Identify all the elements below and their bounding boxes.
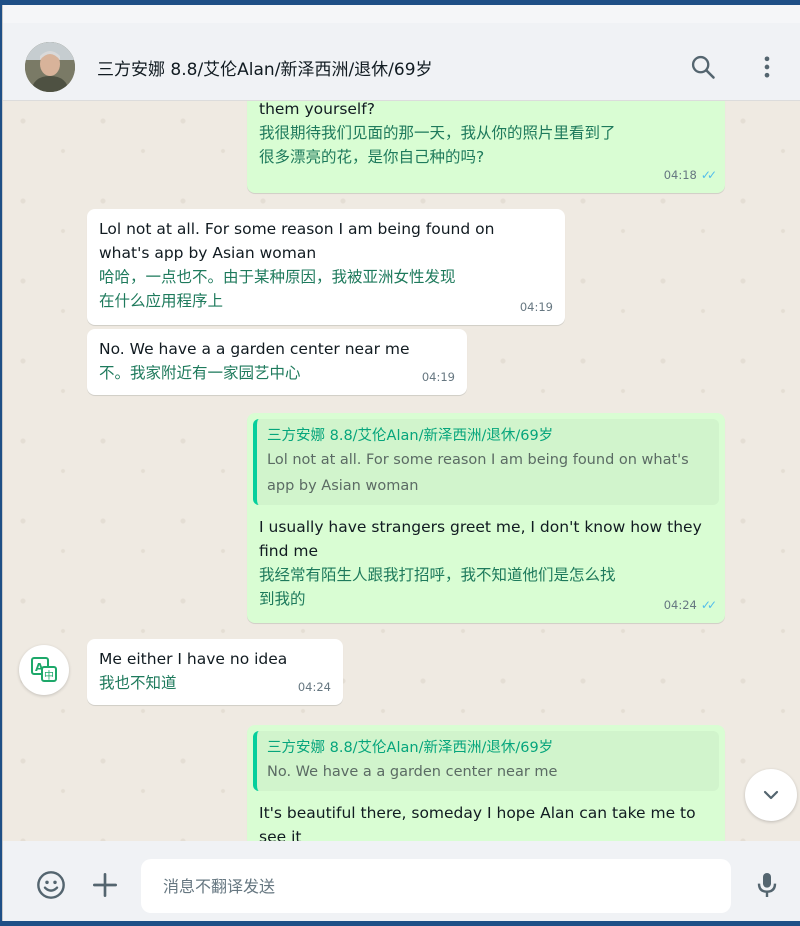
chevron-down-icon bbox=[763, 790, 779, 800]
message-bubble-incoming[interactable]: Lol not at all. For some reason I am bei… bbox=[87, 209, 565, 325]
person-avatar-icon bbox=[25, 42, 75, 92]
message-translation: 不。我家附近有一家园艺中心 bbox=[99, 364, 301, 382]
message-text: Me either I have no idea bbox=[99, 650, 288, 668]
message-translation: 在什么应用程序上 bbox=[99, 292, 224, 310]
message-text: see it bbox=[259, 828, 302, 841]
more-vertical-icon[interactable] bbox=[753, 53, 781, 81]
plus-icon[interactable] bbox=[89, 869, 121, 901]
message-translation: 哈哈，一点也不。由于某种原因，我被亚洲女性发现 bbox=[99, 268, 456, 286]
read-ticks-icon: ✓✓ bbox=[700, 598, 717, 612]
window-bottom-border bbox=[0, 921, 800, 926]
message-bubble-outgoing[interactable]: 三方安娜 8.8/艾伦Alan/新泽西洲/退休/69岁 Lol not at a… bbox=[247, 413, 725, 623]
message-time: 04:18 ✓✓ bbox=[664, 163, 717, 187]
message-translation: 我也不知道 bbox=[99, 674, 177, 692]
composer-bar bbox=[3, 841, 800, 921]
translate-icon: A 中 bbox=[31, 657, 57, 682]
read-ticks-icon: ✓✓ bbox=[700, 168, 717, 182]
message-time: 04:24 bbox=[297, 680, 331, 694]
message-translation: 我很期待我们见面的那一天，我从你的照片里看到了 bbox=[259, 124, 616, 142]
message-text: It's beautiful there, someday I hope Ala… bbox=[259, 804, 696, 822]
search-icon[interactable] bbox=[689, 53, 717, 81]
quoted-sender: 三方安娜 8.8/艾伦Alan/新泽西洲/退休/69岁 bbox=[267, 428, 554, 444]
translate-button[interactable]: A 中 bbox=[19, 645, 69, 695]
message-time: 04:19 bbox=[519, 300, 553, 314]
message-translation: 很多漂亮的花，是你自己种的吗? bbox=[259, 148, 485, 166]
chat-header: 三方安娜 8.8/艾伦Alan/新泽西洲/退休/69岁 bbox=[3, 5, 800, 101]
scroll-to-bottom-button[interactable] bbox=[745, 769, 797, 821]
message-time: 04:19 bbox=[421, 370, 455, 384]
message-text: No. We have a a garden center near me bbox=[99, 340, 410, 358]
contact-avatar[interactable] bbox=[25, 42, 75, 92]
message-text: them yourself? bbox=[259, 101, 375, 118]
message-translation: 到我的 bbox=[259, 590, 306, 608]
message-bubble-incoming[interactable]: Me either I have no idea 我也不知道 04:24 bbox=[87, 639, 343, 705]
message-time: 04:24 ✓✓ bbox=[664, 593, 717, 617]
message-list[interactable]: them yourself? 我很期待我们见面的那一天，我从你的照片里看到了 很… bbox=[3, 101, 800, 841]
emoji-icon[interactable] bbox=[35, 869, 67, 901]
message-bubble-outgoing[interactable]: them yourself? 我很期待我们见面的那一天，我从你的照片里看到了 很… bbox=[247, 101, 725, 193]
message-input[interactable] bbox=[141, 859, 731, 913]
quoted-sender: 三方安娜 8.8/艾伦Alan/新泽西洲/退休/69岁 bbox=[267, 740, 554, 756]
message-translation: 我经常有陌生人跟我打招呼，我不知道他们是怎么找 bbox=[259, 566, 616, 584]
message-text: what's app by Asian woman bbox=[99, 244, 317, 262]
quoted-message[interactable]: 三方安娜 8.8/艾伦Alan/新泽西洲/退休/69岁 No. We have … bbox=[253, 731, 719, 791]
message-bubble-outgoing[interactable]: 三方安娜 8.8/艾伦Alan/新泽西洲/退休/69岁 No. We have … bbox=[247, 725, 725, 841]
quoted-text: app by Asian woman bbox=[267, 478, 419, 494]
message-text: find me bbox=[259, 542, 318, 560]
svg-text:中: 中 bbox=[44, 669, 54, 682]
message-bubble-incoming[interactable]: No. We have a a garden center near me 不。… bbox=[87, 329, 467, 395]
chat-window: 三方安娜 8.8/艾伦Alan/新泽西洲/退休/69岁 them yoursel… bbox=[2, 5, 800, 921]
quoted-text: No. We have a a garden center near me bbox=[267, 764, 558, 780]
microphone-icon[interactable] bbox=[751, 869, 783, 901]
quoted-message[interactable]: 三方安娜 8.8/艾伦Alan/新泽西洲/退休/69岁 Lol not at a… bbox=[253, 419, 719, 505]
contact-name[interactable]: 三方安娜 8.8/艾伦Alan/新泽西洲/退休/69岁 bbox=[97, 55, 433, 80]
message-text: I usually have strangers greet me, I don… bbox=[259, 518, 702, 536]
message-text: Lol not at all. For some reason I am bei… bbox=[99, 220, 495, 238]
quoted-text: Lol not at all. For some reason I am bei… bbox=[267, 452, 689, 468]
